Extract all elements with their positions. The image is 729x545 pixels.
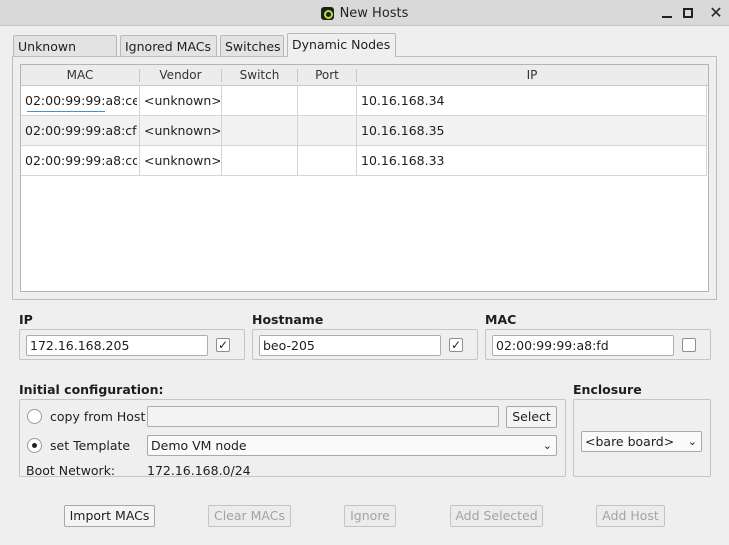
column-divider bbox=[139, 86, 140, 176]
cell-port bbox=[302, 146, 354, 176]
copy-from-host-radio[interactable] bbox=[27, 409, 42, 424]
cell-mac: 02:00:99:99:a8:cd bbox=[25, 153, 137, 168]
window-title: New Hosts bbox=[339, 5, 409, 21]
add-selected-button[interactable]: Add Selected bbox=[450, 505, 543, 527]
minimize-button[interactable] bbox=[658, 4, 676, 22]
copy-from-host-label[interactable]: copy from Host bbox=[50, 409, 145, 424]
ignore-button[interactable]: Ignore bbox=[344, 505, 396, 527]
cell-switch bbox=[226, 116, 296, 146]
enclosure-select[interactable]: <bare board> ⌄ bbox=[581, 431, 702, 452]
cell-switch bbox=[226, 146, 296, 176]
cell-vendor: <unknown> bbox=[144, 123, 220, 138]
qt-icon bbox=[320, 6, 334, 20]
check-icon: ✓ bbox=[217, 338, 229, 352]
enclosure-select-value: <bare board> bbox=[585, 434, 675, 449]
select-host-button[interactable]: Select bbox=[506, 406, 557, 428]
cell-switch bbox=[226, 86, 296, 116]
clear-macs-button[interactable]: Clear MACs bbox=[208, 505, 291, 527]
copy-from-host-input[interactable] bbox=[147, 406, 499, 427]
column-divider bbox=[297, 86, 298, 176]
template-select[interactable]: Demo VM node ⌄ bbox=[147, 435, 557, 456]
hostname-checkbox[interactable]: ✓ bbox=[449, 338, 463, 352]
column-header-mac[interactable]: MAC bbox=[21, 65, 139, 86]
tab-ignored-macs[interactable]: Ignored MACs bbox=[120, 35, 217, 57]
enclosure-label: Enclosure bbox=[573, 382, 642, 397]
check-icon: ✓ bbox=[450, 338, 462, 352]
close-icon: ✕ bbox=[709, 3, 723, 22]
column-divider bbox=[706, 86, 707, 176]
column-header-ip[interactable]: IP bbox=[357, 65, 707, 86]
minimize-icon bbox=[662, 16, 672, 18]
cell-port bbox=[302, 116, 354, 146]
column-header-port[interactable]: Port bbox=[298, 65, 356, 86]
set-template-label[interactable]: set Template bbox=[50, 438, 130, 453]
ip-input[interactable]: 172.16.168.205 bbox=[26, 335, 208, 356]
mac-group-label: MAC bbox=[485, 312, 517, 327]
cell-mac: 02:00:99:99:a8:cf bbox=[25, 123, 137, 138]
tab-unknown-macs[interactable]: Unknown MACs bbox=[13, 35, 117, 75]
cell-port bbox=[302, 86, 354, 116]
boot-network-value: 172.16.168.0/24 bbox=[147, 463, 251, 478]
chevron-down-icon: ⌄ bbox=[542, 439, 552, 452]
column-header-switch[interactable]: Switch bbox=[222, 65, 297, 86]
cell-vendor: <unknown> bbox=[144, 93, 220, 108]
title-container: New Hosts bbox=[0, 0, 729, 26]
hostname-input[interactable]: beo-205 bbox=[259, 335, 441, 356]
row-focus-underline bbox=[27, 111, 105, 112]
cell-ip: 10.16.168.35 bbox=[361, 123, 445, 138]
tab-switches[interactable]: Switches bbox=[220, 35, 284, 57]
import-macs-button[interactable]: Import MACs bbox=[64, 505, 155, 527]
cell-ip: 10.16.168.34 bbox=[361, 93, 445, 108]
tab-dynamic-nodes[interactable]: Dynamic Nodes bbox=[287, 33, 396, 57]
column-divider bbox=[221, 86, 222, 176]
maximize-button[interactable] bbox=[679, 4, 697, 22]
ip-checkbox[interactable]: ✓ bbox=[216, 338, 230, 352]
column-header-vendor[interactable]: Vendor bbox=[140, 65, 221, 86]
hostname-group-label: Hostname bbox=[252, 312, 324, 327]
maximize-icon bbox=[683, 8, 693, 18]
add-host-button[interactable]: Add Host bbox=[596, 505, 665, 527]
initial-config-label: Initial configuration: bbox=[19, 382, 164, 397]
mac-input[interactable]: 02:00:99:99:a8:fd bbox=[492, 335, 674, 356]
set-template-radio[interactable] bbox=[27, 438, 42, 453]
close-button[interactable]: ✕ bbox=[707, 4, 725, 22]
boot-network-label: Boot Network: bbox=[26, 463, 116, 478]
mac-checkbox[interactable] bbox=[682, 338, 696, 352]
column-divider bbox=[356, 86, 357, 176]
ip-group-label: IP bbox=[19, 312, 33, 327]
cell-vendor: <unknown> bbox=[144, 153, 220, 168]
template-select-value: Demo VM node bbox=[151, 438, 247, 453]
cell-ip: 10.16.168.33 bbox=[361, 153, 445, 168]
chevron-down-icon: ⌄ bbox=[687, 435, 697, 448]
